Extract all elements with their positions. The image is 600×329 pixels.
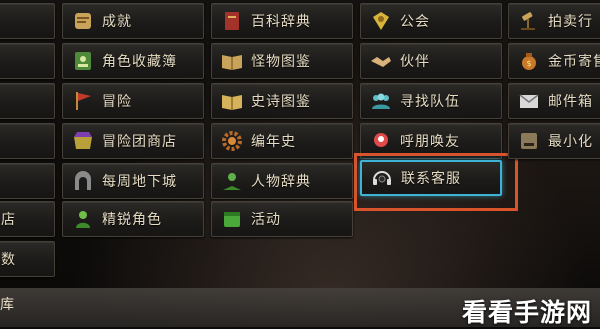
menu-label: 冒险 (102, 94, 132, 110)
menu-item-auction-house[interactable]: 拍卖行 (508, 3, 600, 39)
menu-label: 编年史 (251, 134, 296, 150)
menu-item-adventure[interactable]: 冒险 (62, 83, 204, 119)
gate-icon (70, 168, 96, 194)
menu-item-find-party[interactable]: 寻找队伍 (360, 83, 502, 119)
menu-label: 公会 (400, 14, 430, 30)
menu-label: 拍卖行 (548, 14, 593, 30)
menu-label: 最小化 (548, 134, 593, 150)
shop-icon (70, 128, 96, 154)
bottom-left-label: 库 (0, 297, 14, 313)
menu-item-achievements[interactable]: 成就 (62, 3, 204, 39)
menu-label: 寻找队伍 (400, 94, 460, 110)
book-icon (219, 8, 245, 34)
menu-label: 人物辞典 (251, 174, 311, 190)
menu-tile-edge-3[interactable] (0, 83, 55, 119)
menu-item-events[interactable]: 活动 (211, 201, 353, 237)
menu-label: 金币寄售 (548, 54, 600, 70)
site-watermark: 看看手游网 (461, 298, 592, 327)
menu-tile-edge-2[interactable] (0, 43, 55, 79)
menu-label: 成就 (102, 14, 132, 30)
menu-label: 百科辞典 (251, 14, 311, 30)
menu-item-mailbox[interactable]: 邮件箱 (508, 83, 600, 119)
menu-item-minimize[interactable]: 最小化 (508, 123, 600, 159)
menu-label: 怪物图鉴 (251, 54, 311, 70)
envelope-icon (516, 88, 542, 114)
friend-call-icon (368, 128, 394, 154)
menu-label: 活动 (251, 212, 281, 228)
menu-item-adventure-shop[interactable]: 冒险团商店 (62, 123, 204, 159)
menu-tile-edge-1[interactable] (0, 3, 55, 39)
gear-icon (219, 128, 245, 154)
gold-bag-icon: $ (516, 48, 542, 74)
menu-item-partner[interactable]: 伙伴 (360, 43, 502, 79)
menu-item-monster-guide[interactable]: 怪物图鉴 (211, 43, 353, 79)
menu-tile-edge-count[interactable]: 数 (0, 241, 55, 277)
handshake-icon (368, 48, 394, 74)
menu-label: 店 (1, 212, 16, 228)
menu-tile-edge-shop[interactable]: 店 (0, 201, 55, 237)
calendar-icon (219, 206, 245, 232)
menu-label: 每周地下城 (102, 174, 177, 190)
flag-icon (70, 88, 96, 114)
svg-text:$: $ (526, 59, 531, 68)
scroll-icon (70, 8, 96, 34)
menu-item-character-dictionary[interactable]: 人物辞典 (211, 163, 353, 199)
menu-label: 联系客服 (401, 171, 461, 187)
menu-label: 数 (1, 252, 16, 268)
menu-label: 呼朋唤友 (400, 134, 460, 150)
gavel-icon (516, 8, 542, 34)
menu-item-elite-character[interactable]: 精锐角色 (62, 201, 204, 237)
menu-item-gold-consignment[interactable]: $ 金币寄售 (508, 43, 600, 79)
menu-item-epic-guide[interactable]: 史诗图鉴 (211, 83, 353, 119)
menu-item-weekly-dungeon[interactable]: 每周地下城 (62, 163, 204, 199)
menu-label: 角色收藏簿 (102, 54, 177, 70)
menu-item-character-album[interactable]: 角色收藏簿 (62, 43, 204, 79)
menu-label: 邮件箱 (548, 94, 593, 110)
menu-item-guild[interactable]: 公会 (360, 3, 502, 39)
menu-tile-edge-5[interactable] (0, 163, 55, 199)
menu-tile-edge-4[interactable] (0, 123, 55, 159)
headset-icon (369, 165, 395, 191)
open-book-icon (219, 48, 245, 74)
menu-item-encyclopedia[interactable]: 百科辞典 (211, 3, 353, 39)
menu-item-chronicle[interactable]: 编年史 (211, 123, 353, 159)
menu-label: 史诗图鉴 (251, 94, 311, 110)
album-icon (70, 48, 96, 74)
minimize-icon (516, 128, 542, 154)
open-book-icon (219, 88, 245, 114)
guild-emblem-icon (368, 8, 394, 34)
menu-label: 冒险团商店 (102, 134, 177, 150)
menu-item-contact-support[interactable]: 联系客服 (360, 160, 502, 196)
menu-label: 伙伴 (400, 54, 430, 70)
person-book-icon (219, 168, 245, 194)
party-icon (368, 88, 394, 114)
character-icon (70, 206, 96, 232)
menu-label: 精锐角色 (102, 212, 162, 228)
